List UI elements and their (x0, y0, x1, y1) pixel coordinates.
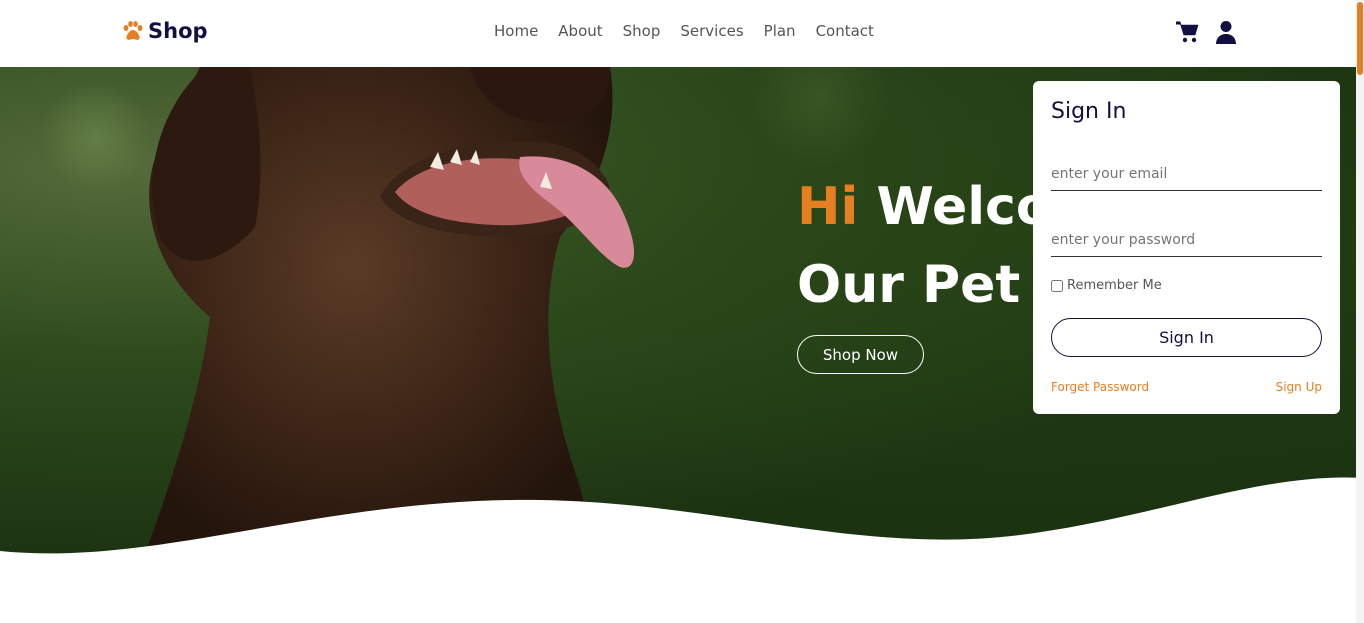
signup-link[interactable]: Sign Up (1276, 380, 1322, 394)
nav-contact[interactable]: Contact (816, 22, 874, 40)
scrollbar-thumb[interactable] (1357, 2, 1363, 75)
nav-services[interactable]: Services (680, 22, 743, 40)
header: Shop Home About Shop Services Plan Conta… (0, 0, 1364, 67)
user-icon[interactable] (1214, 20, 1238, 44)
shop-now-button[interactable]: Shop Now (797, 335, 924, 374)
hero-greeting: Hi (797, 177, 859, 237)
nav-plan[interactable]: Plan (764, 22, 796, 40)
header-icons (1176, 20, 1238, 44)
paw-icon (123, 21, 143, 40)
logo[interactable]: Shop (120, 19, 208, 43)
remember-label: Remember Me (1067, 278, 1162, 293)
nav-about[interactable]: About (558, 22, 602, 40)
signin-links: Forget Password Sign Up (1051, 380, 1322, 394)
email-field[interactable] (1051, 157, 1322, 191)
remember-checkbox[interactable] (1051, 279, 1063, 292)
forgot-password-link[interactable]: Forget Password (1051, 380, 1149, 394)
signin-button[interactable]: Sign In (1051, 318, 1322, 357)
signin-form: Sign In Remember Me Sign In Forget Passw… (1033, 81, 1340, 414)
signin-title: Sign In (1051, 99, 1127, 124)
cart-icon[interactable] (1176, 20, 1200, 44)
page: Shop Home About Shop Services Plan Conta… (0, 0, 1364, 623)
nav-shop[interactable]: Shop (623, 22, 661, 40)
nav-home[interactable]: Home (494, 22, 538, 40)
main-nav: Home About Shop Services Plan Contact (494, 22, 894, 40)
brand-name: Shop (148, 19, 208, 43)
remember-me[interactable]: Remember Me (1051, 278, 1162, 293)
password-field[interactable] (1051, 223, 1322, 257)
scrollbar[interactable] (1356, 0, 1364, 623)
